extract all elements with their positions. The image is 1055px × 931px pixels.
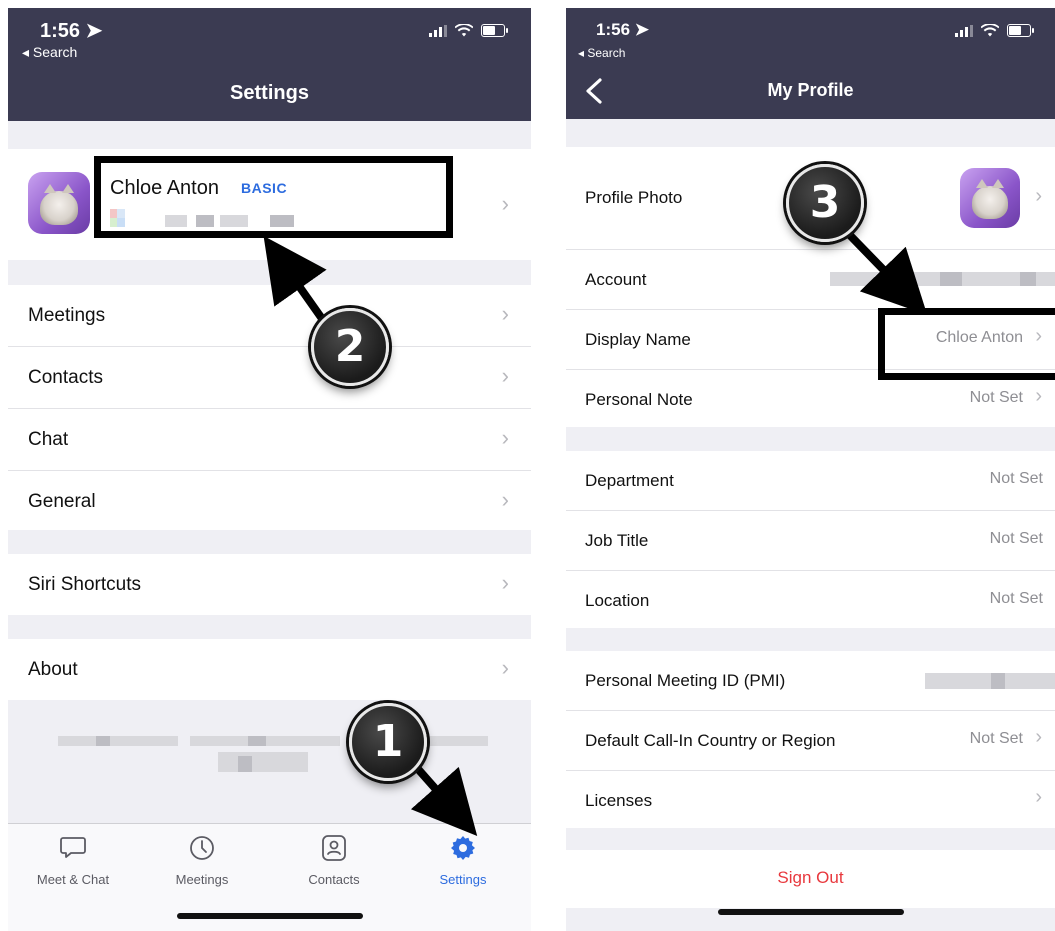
location-value: Not Set (989, 590, 1043, 607)
avatar (960, 168, 1020, 228)
tab-meetings[interactable]: Meetings (147, 834, 257, 887)
pmi-row: Personal Meeting ID (PMI) (566, 651, 1055, 711)
chevron-right-icon: › (1035, 726, 1042, 748)
settings-item-siri-shortcuts[interactable]: Siri Shortcuts › (8, 554, 531, 615)
settings-item-meetings[interactable]: Meetings › (8, 285, 531, 347)
tab-contacts[interactable]: Contacts (279, 834, 389, 887)
my-profile-screen: 1:56 ➤ ◂ Search My Profile Profile Photo… (566, 8, 1055, 931)
tab-meet-chat[interactable]: Meet & Chat (18, 834, 128, 887)
version-info-redacted (8, 728, 531, 788)
chevron-right-icon: › (1035, 385, 1042, 407)
settings-menu-group: Siri Shortcuts › (8, 554, 531, 615)
chevron-right-icon: › (501, 487, 509, 512)
sign-out-button[interactable]: Sign Out (566, 868, 1055, 888)
chevron-right-icon: › (501, 301, 509, 326)
status-icons (955, 24, 1034, 37)
battery-icon (1007, 24, 1034, 37)
step-badge-3: 3 (786, 164, 864, 242)
settings-item-general[interactable]: General › (8, 471, 531, 532)
job-title-row: Job Title Not Set (566, 511, 1055, 571)
page-title: My Profile (767, 80, 854, 100)
step-badge-1: 1 (349, 703, 427, 781)
licenses-row[interactable]: Licenses › (566, 771, 1055, 830)
profile-work-group: Department Not Set Job Title Not Set Loc… (566, 451, 1055, 628)
department-value: Not Set (989, 470, 1043, 487)
settings-item-contacts[interactable]: Contacts › (8, 347, 531, 409)
signal-icon (429, 24, 447, 37)
battery-icon (481, 24, 508, 37)
home-indicator (176, 913, 363, 919)
highlight-box-profile (94, 156, 453, 238)
highlight-box-display-name (878, 308, 1055, 380)
step-badge-2: 2 (311, 308, 389, 386)
call-in-region-row[interactable]: Default Call-In Country or Region Not Se… (566, 711, 1055, 771)
location-row: Location Not Set (585, 590, 1043, 610)
settings-screen: 1:56 ➤ ◂ Search Settings Chloe Anton BAS… (8, 8, 531, 931)
wifi-icon (455, 24, 473, 37)
nav-bar: 1:56 ➤ ◂ Search Settings (8, 8, 531, 121)
home-indicator (717, 909, 904, 915)
status-icons (429, 24, 508, 37)
account-email-redacted (830, 272, 1055, 286)
chevron-right-icon: › (501, 655, 509, 680)
avatar (28, 172, 90, 234)
call-in-region-value: Not Set (969, 730, 1023, 747)
job-title-value: Not Set (989, 530, 1043, 547)
chevron-right-icon: › (501, 570, 509, 595)
chevron-right-icon: › (501, 425, 509, 450)
chevron-right-icon: › (501, 191, 509, 216)
wifi-icon (981, 24, 999, 37)
settings-item-about[interactable]: About › (8, 639, 531, 700)
page-title: Settings (230, 82, 309, 104)
chevron-right-icon: › (1035, 786, 1042, 808)
pmi-value-redacted (925, 673, 1055, 689)
chevron-right-icon: › (1035, 185, 1042, 207)
status-time: 1:56 ➤ (596, 20, 649, 39)
clock-icon (190, 836, 214, 860)
chat-bubble-icon (60, 837, 86, 858)
account-row: Account (566, 250, 1055, 310)
personal-note-value: Not Set (969, 389, 1023, 406)
sign-out-section: Sign Out (566, 850, 1055, 908)
back-to-search-link[interactable]: ◂ Search (22, 44, 77, 61)
settings-menu-group: Meetings › Contacts › Chat › General › (8, 285, 531, 530)
chevron-right-icon: › (501, 363, 509, 388)
profile-meeting-group: Personal Meeting ID (PMI) Default Call-I… (566, 651, 1055, 828)
settings-menu-group: About › (8, 639, 531, 700)
department-row: Department Not Set (566, 451, 1055, 511)
back-to-search-link[interactable]: ◂ Search (578, 46, 625, 60)
gear-icon (451, 836, 475, 860)
signal-icon (955, 24, 973, 37)
tab-settings[interactable]: Settings (408, 834, 518, 887)
settings-item-chat[interactable]: Chat › (8, 409, 531, 471)
status-time: 1:56 ➤ (40, 20, 103, 42)
tab-bar: Meet & Chat Meetings Contacts Settings (8, 823, 531, 931)
nav-bar: 1:56 ➤ ◂ Search My Profile (566, 8, 1055, 119)
contact-card-icon (322, 835, 346, 861)
